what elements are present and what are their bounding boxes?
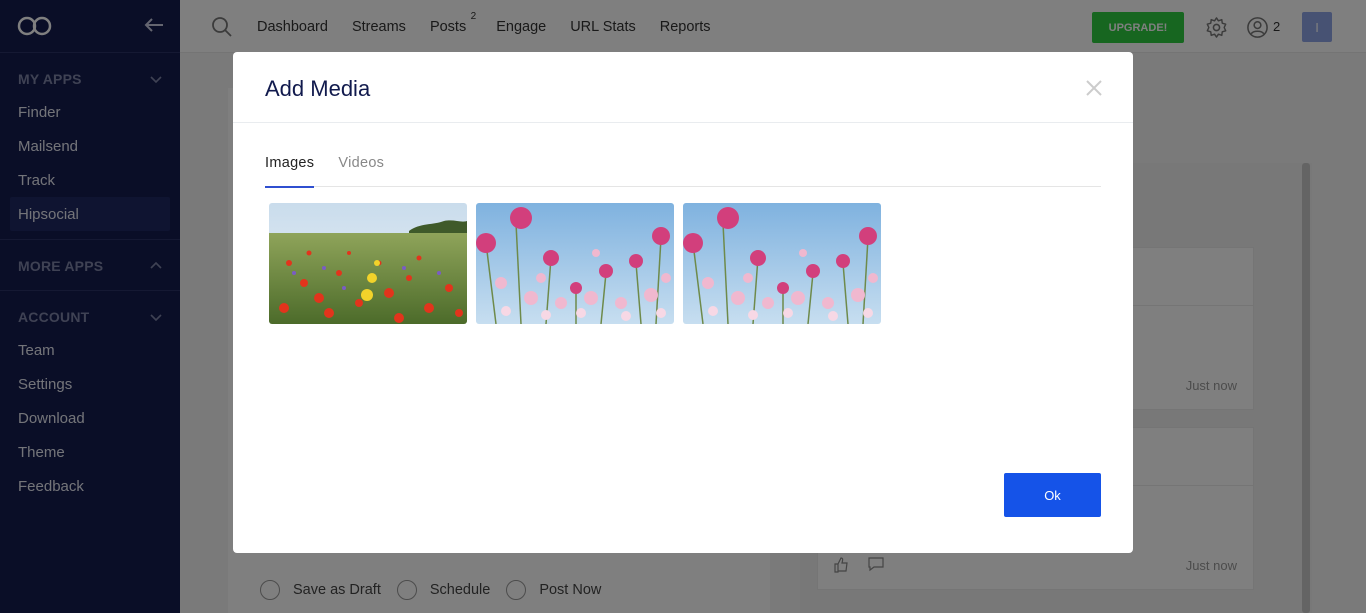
modal-header: Add Media	[233, 52, 1133, 123]
tab-videos[interactable]: Videos	[338, 139, 384, 187]
pink-flowers-sky-image[interactable]	[476, 203, 674, 324]
tab-images[interactable]: Images	[265, 139, 315, 188]
pink-flowers-sky-image[interactable]	[683, 203, 881, 324]
media-gallery	[269, 203, 890, 324]
close-icon[interactable]	[1085, 79, 1103, 97]
modal-title: Add Media	[265, 76, 371, 101]
add-media-modal: Add Media Images Videos Ok	[233, 52, 1133, 553]
media-tabs: Images Videos	[265, 139, 1101, 188]
wildflower-meadow-image[interactable]	[269, 203, 467, 324]
ok-button[interactable]: Ok	[1004, 473, 1101, 517]
